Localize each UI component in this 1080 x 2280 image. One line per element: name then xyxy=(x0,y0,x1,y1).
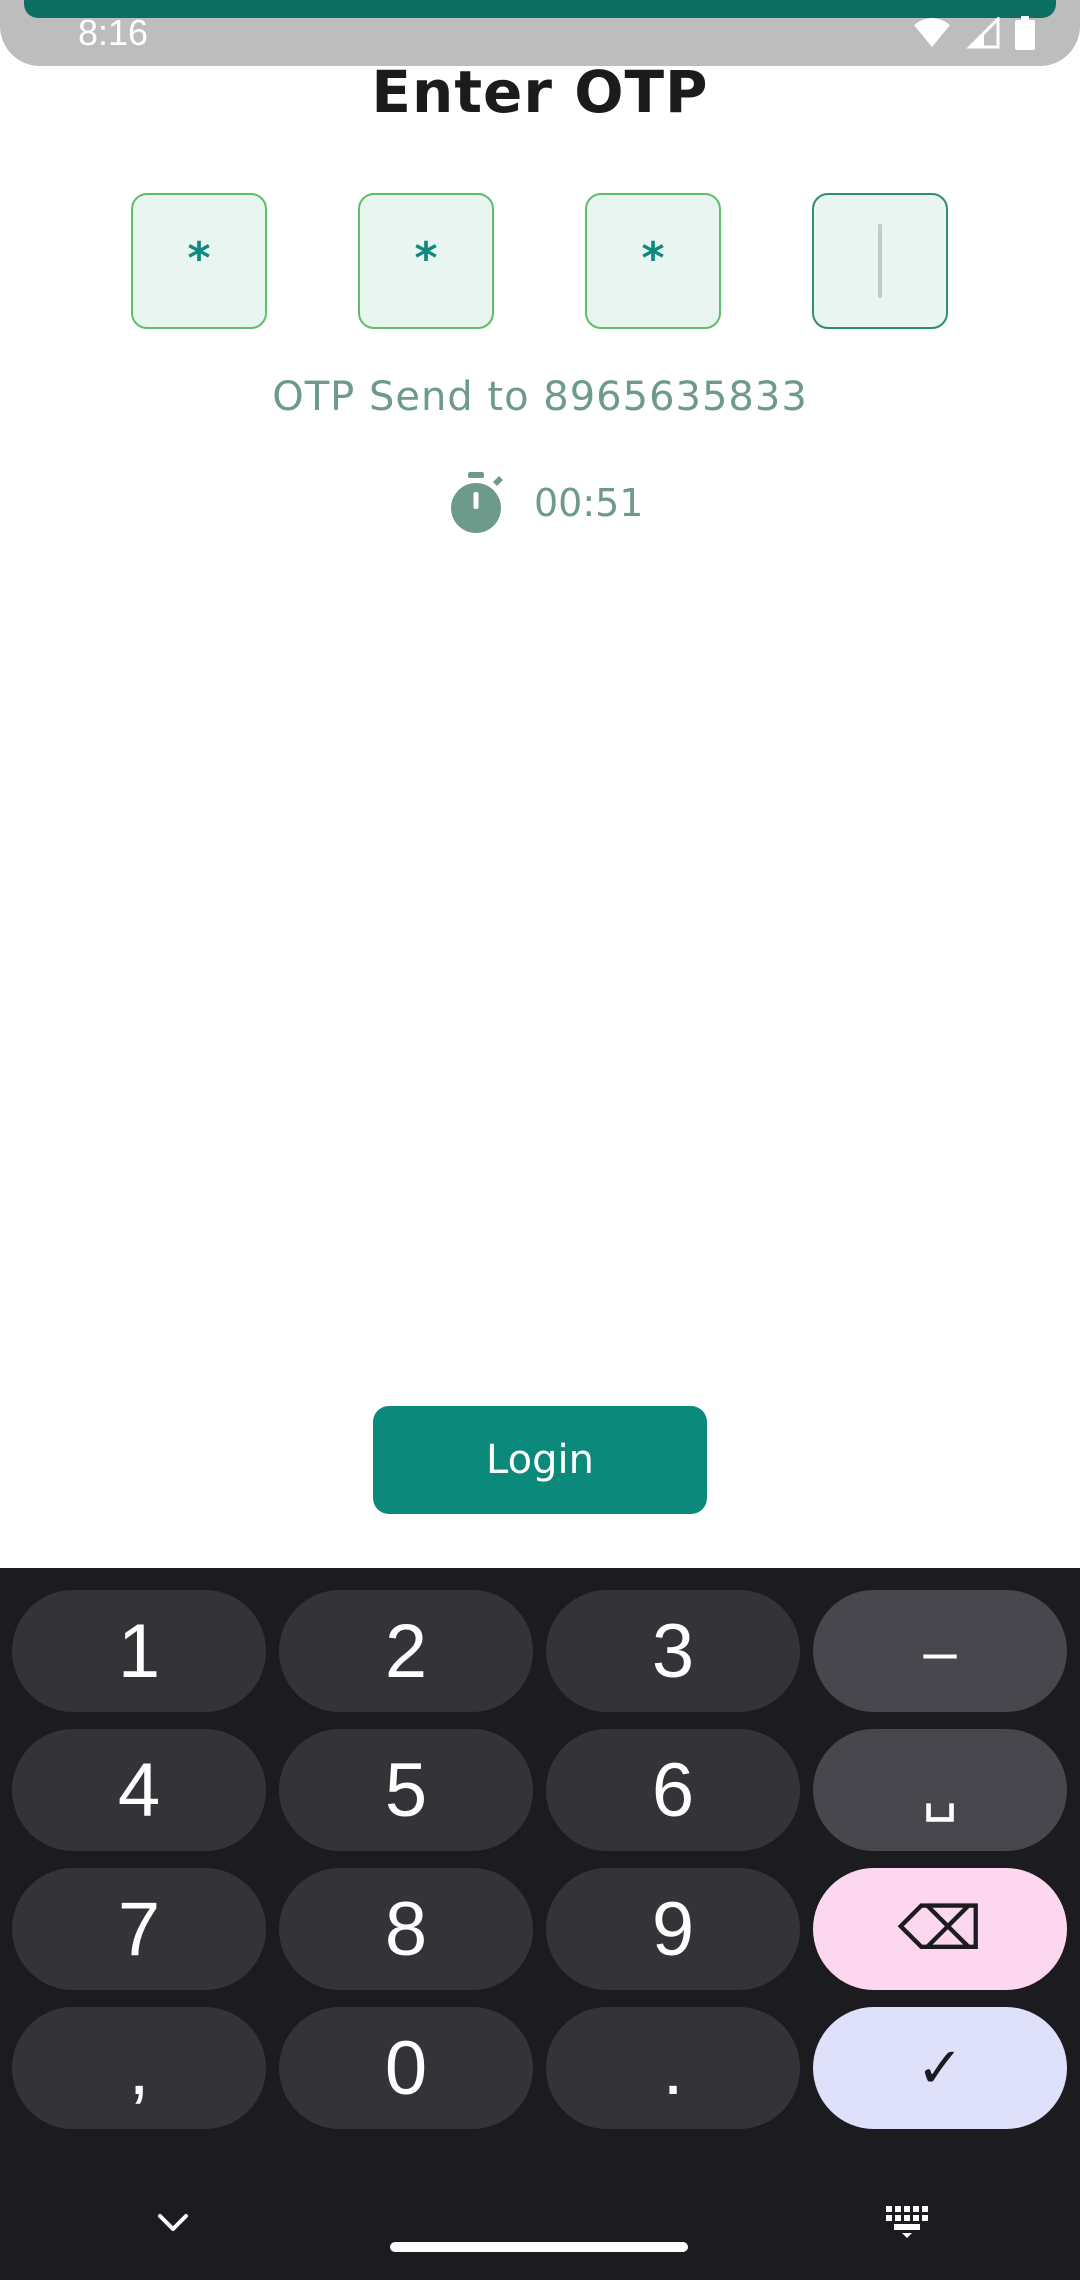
key-9[interactable]: 9 xyxy=(546,1868,800,1990)
otp-input-1[interactable]: * xyxy=(131,193,267,329)
keyboard-icon[interactable] xyxy=(884,2204,930,2238)
key-period[interactable]: . xyxy=(546,2007,800,2129)
stopwatch-icon xyxy=(451,472,503,533)
status-icons xyxy=(912,16,1036,50)
key-comma[interactable]: , xyxy=(12,2007,266,2129)
key-dash[interactable]: – xyxy=(813,1590,1067,1712)
otp-digit-1: * xyxy=(187,232,211,284)
timer: 00:51 xyxy=(446,472,644,534)
key-1[interactable]: 1 xyxy=(12,1590,266,1712)
status-accent-strip xyxy=(24,0,1056,18)
key-0[interactable]: 0 xyxy=(279,2007,533,2129)
key-backspace[interactable]: ⌫ xyxy=(813,1868,1067,1990)
key-2[interactable]: 2 xyxy=(279,1590,533,1712)
otp-sent-text: OTP Send to 8965635833 xyxy=(272,374,808,420)
key-4[interactable]: 4 xyxy=(12,1729,266,1851)
key-done[interactable]: ✓ xyxy=(813,2007,1067,2129)
key-6[interactable]: 6 xyxy=(546,1729,800,1851)
key-5[interactable]: 5 xyxy=(279,1729,533,1851)
key-8[interactable]: 8 xyxy=(279,1868,533,1990)
text-cursor xyxy=(878,224,882,298)
otp-input-2[interactable]: * xyxy=(358,193,494,329)
signal-icon xyxy=(966,17,1000,49)
otp-input-3[interactable]: * xyxy=(585,193,721,329)
page-title: Enter OTP xyxy=(371,58,709,126)
wifi-icon xyxy=(914,18,950,47)
otp-input-4[interactable] xyxy=(812,193,948,329)
battery-icon xyxy=(1015,16,1035,50)
numeric-keyboard: 1 2 3 – 4 5 6 ␣ 7 8 9 ⌫ , 0 . ✓ xyxy=(0,1568,1080,2280)
key-7[interactable]: 7 xyxy=(12,1868,266,1990)
timer-text: 00:51 xyxy=(534,481,644,525)
key-3[interactable]: 3 xyxy=(546,1590,800,1712)
status-bar: 8:16 xyxy=(0,0,1080,66)
status-time: 8:16 xyxy=(78,12,149,53)
otp-digit-2: * xyxy=(414,232,438,284)
home-indicator[interactable] xyxy=(390,2242,688,2252)
chevron-down-icon[interactable] xyxy=(156,2212,190,2234)
otp-digit-3: * xyxy=(641,232,665,284)
login-button[interactable]: Login xyxy=(373,1406,707,1514)
key-space[interactable]: ␣ xyxy=(813,1729,1067,1851)
